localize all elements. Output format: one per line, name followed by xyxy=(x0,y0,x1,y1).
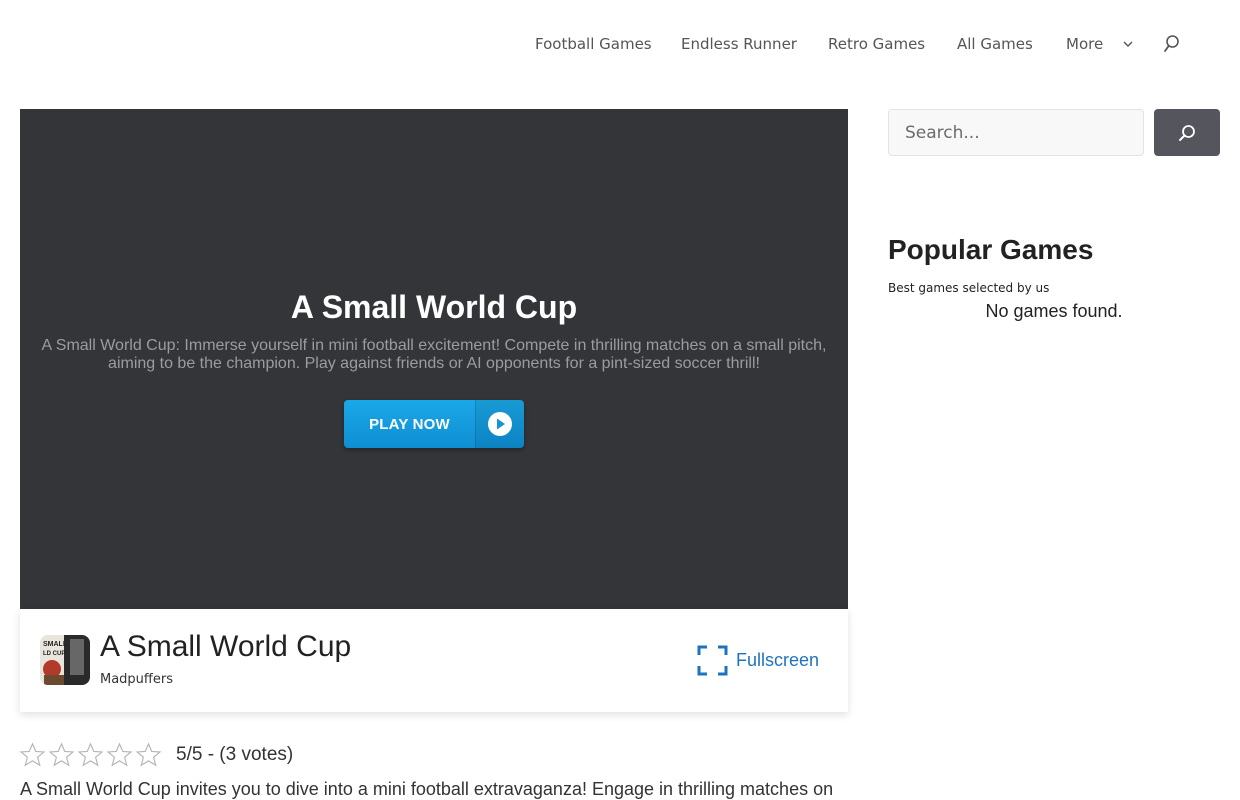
star-icon[interactable] xyxy=(134,741,163,769)
search-input[interactable] xyxy=(888,109,1144,156)
star-icon[interactable] xyxy=(105,741,134,769)
game-thumbnail: SMALL LD CUP xyxy=(40,635,90,685)
nav-more-menu[interactable]: More xyxy=(1066,34,1133,54)
search-icon[interactable] xyxy=(1163,34,1181,54)
popular-games-empty: No games found. xyxy=(985,301,1123,321)
nav-football-games[interactable]: Football Games xyxy=(535,34,652,54)
top-navigation: Football Games Endless Runner Retro Game… xyxy=(0,0,1240,88)
nav-all-games[interactable]: All Games xyxy=(957,34,1033,54)
svg-text:SMALL: SMALL xyxy=(43,641,68,648)
star-icon[interactable] xyxy=(47,741,76,769)
fullscreen-button[interactable]: Fullscreen xyxy=(697,645,819,676)
game-developer: Madpuffers xyxy=(100,672,173,687)
nav-endless-runner[interactable]: Endless Runner xyxy=(681,34,797,54)
play-now-button[interactable]: PLAY NOW xyxy=(344,400,524,448)
game-description-text: A Small World Cup invites you to dive in… xyxy=(20,779,834,799)
fullscreen-icon xyxy=(697,645,728,676)
fullscreen-label: Fullscreen xyxy=(736,650,820,670)
popular-games-title: Popular Games xyxy=(888,234,1094,265)
rating-text: 5/5 - (3 votes) xyxy=(176,744,294,765)
search-icon xyxy=(1179,124,1195,141)
game-player: A Small World Cup A Small World Cup: Imm… xyxy=(20,109,848,609)
player-description: A Small World Cup: Immerse yourself in m… xyxy=(41,337,827,372)
nav-retro-games[interactable]: Retro Games xyxy=(828,34,925,54)
rating: 5/5 - (3 votes) xyxy=(18,741,293,769)
svg-text:LD CUP: LD CUP xyxy=(43,651,65,657)
nav-more-label: More xyxy=(1066,35,1104,53)
star-icon[interactable] xyxy=(18,741,47,769)
game-name: A Small World Cup xyxy=(100,630,352,663)
play-now-label: PLAY NOW xyxy=(369,415,450,433)
popular-games-subtitle: Best games selected by us xyxy=(888,281,1050,295)
play-circle-icon xyxy=(475,400,524,448)
player-title: A Small World Cup xyxy=(290,289,578,325)
star-icon[interactable] xyxy=(76,741,105,769)
search-button[interactable] xyxy=(1154,109,1220,156)
chevron-down-icon xyxy=(1123,41,1133,47)
game-info-bar: SMALL LD CUP A Small World Cup Madpuffer… xyxy=(20,609,848,712)
